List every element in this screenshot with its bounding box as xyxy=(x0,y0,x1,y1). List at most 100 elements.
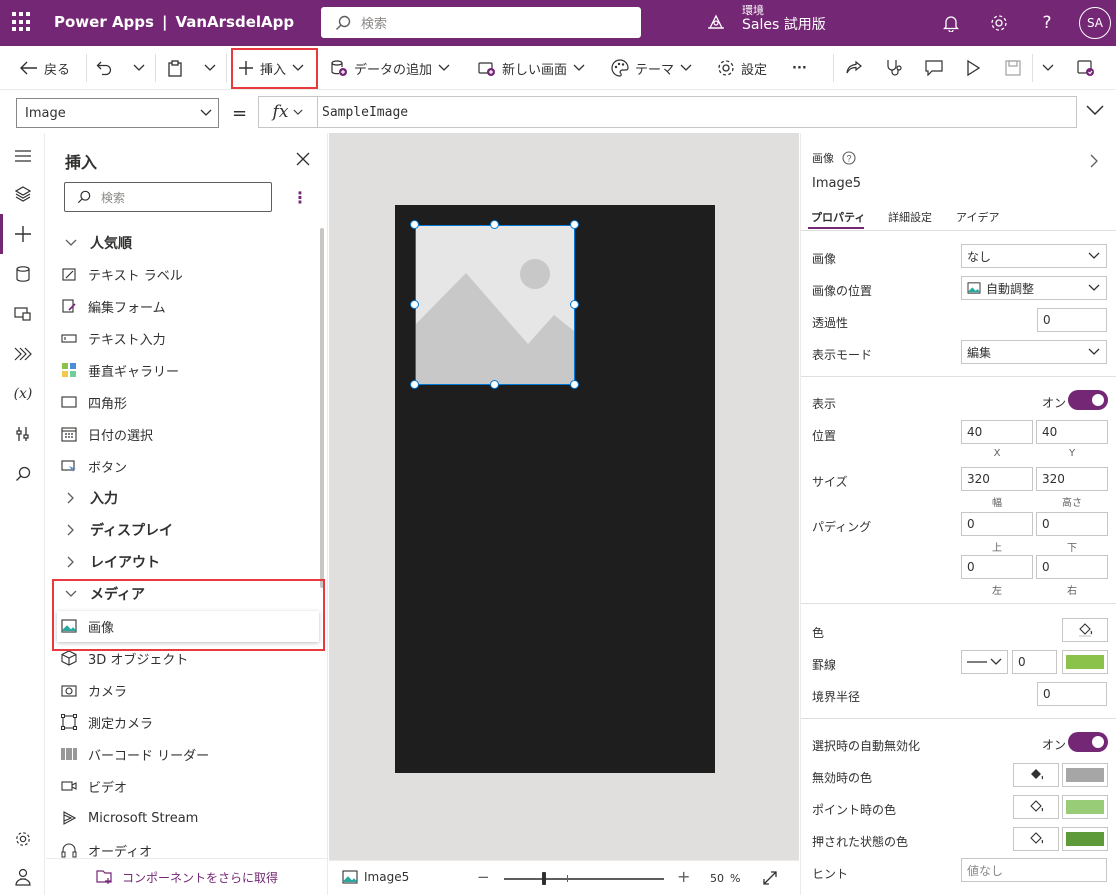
resize-handle[interactable] xyxy=(570,300,579,309)
save-icon[interactable] xyxy=(1005,58,1027,78)
pressed-color-picker[interactable] xyxy=(1062,827,1108,851)
hover-fill-picker[interactable] xyxy=(1013,795,1059,819)
image-position-dropdown[interactable]: 自動調整 xyxy=(961,276,1107,300)
clipboard-dropdown-icon[interactable] xyxy=(204,58,222,78)
close-icon[interactable] xyxy=(296,152,310,170)
resize-handle[interactable] xyxy=(490,220,499,229)
list-item[interactable]: バーコード リーダー xyxy=(60,742,209,766)
property-dropdown[interactable]: Image xyxy=(16,98,219,128)
display-mode-dropdown[interactable]: 編集 xyxy=(961,340,1107,364)
undo-icon[interactable] xyxy=(96,58,118,78)
publish-icon[interactable] xyxy=(1077,58,1101,78)
save-dropdown-icon[interactable] xyxy=(1042,58,1060,78)
resize-handle[interactable] xyxy=(490,380,499,389)
resize-handle[interactable] xyxy=(410,300,419,309)
list-item[interactable]: テキスト入力 xyxy=(60,326,166,350)
category-popular[interactable]: 人気順 xyxy=(62,231,132,255)
more-options-icon[interactable]: ⋮ xyxy=(292,188,308,207)
category-display[interactable]: ディスプレイ xyxy=(62,518,173,542)
app-checker-icon[interactable] xyxy=(885,58,909,78)
environment-picker[interactable]: 環境 Sales 試用版 xyxy=(742,3,826,33)
undo-dropdown-icon[interactable] xyxy=(133,58,151,78)
padding-right-input[interactable]: 0 xyxy=(1036,555,1108,579)
share-icon[interactable] xyxy=(845,58,869,78)
list-item[interactable]: ビデオ xyxy=(60,774,127,798)
width-input[interactable]: 320 xyxy=(961,467,1033,491)
x-input[interactable]: 40 xyxy=(961,420,1033,444)
resize-handle[interactable] xyxy=(570,220,579,229)
border-thickness-input[interactable]: 0 xyxy=(1012,650,1057,674)
hamburger-icon[interactable] xyxy=(12,145,34,167)
gear-icon[interactable] xyxy=(12,828,34,850)
disabled-color-picker[interactable] xyxy=(1062,763,1108,787)
zoom-slider-thumb[interactable] xyxy=(542,872,546,885)
disabled-fill-picker[interactable] xyxy=(1013,763,1059,787)
list-item[interactable]: 日付の選択 xyxy=(60,422,153,446)
list-item[interactable]: 垂直ギャラリー xyxy=(60,358,179,382)
tab-ideas[interactable]: アイデア xyxy=(956,209,999,225)
search-icon[interactable] xyxy=(12,463,34,485)
list-item[interactable]: カメラ xyxy=(60,678,127,702)
fit-to-window-icon[interactable] xyxy=(763,871,777,889)
insert-icon[interactable] xyxy=(12,223,34,245)
category-layout[interactable]: レイアウト xyxy=(62,550,160,574)
play-icon[interactable] xyxy=(966,58,986,78)
bell-icon[interactable] xyxy=(940,12,962,34)
image-dropdown[interactable]: なし xyxy=(961,244,1107,268)
list-item[interactable]: ボタン xyxy=(60,454,127,478)
fx-button[interactable]: fx xyxy=(258,96,318,128)
media-icon[interactable] xyxy=(12,303,34,325)
expand-formula-icon[interactable] xyxy=(1086,104,1104,119)
global-search[interactable]: 検索 xyxy=(321,7,641,38)
add-data-button[interactable]: データの追加 xyxy=(330,58,456,78)
power-automate-icon[interactable] xyxy=(12,343,34,365)
formula-input[interactable]: SampleImage xyxy=(318,96,1077,128)
gear-icon[interactable] xyxy=(988,12,1010,34)
auto-disable-toggle[interactable] xyxy=(1068,732,1108,752)
pressed-fill-picker[interactable] xyxy=(1013,827,1059,851)
list-item[interactable]: 編集フォーム xyxy=(60,294,166,318)
y-input[interactable]: 40 xyxy=(1036,420,1108,444)
list-item[interactable]: 四角形 xyxy=(60,390,127,414)
resize-handle[interactable] xyxy=(410,220,419,229)
virtual-agent-icon[interactable] xyxy=(12,866,34,888)
zoom-out-button[interactable]: − xyxy=(477,868,490,886)
data-icon[interactable] xyxy=(12,263,34,285)
avatar[interactable]: SA xyxy=(1079,7,1111,39)
help-icon[interactable]: ? xyxy=(1036,12,1058,34)
padding-left-input[interactable]: 0 xyxy=(961,555,1033,579)
border-style-dropdown[interactable] xyxy=(961,650,1008,674)
category-input[interactable]: 入力 xyxy=(62,486,118,510)
chevron-right-icon[interactable] xyxy=(1090,154,1098,172)
resize-handle[interactable] xyxy=(570,380,579,389)
help-icon[interactable]: ? xyxy=(842,151,856,165)
comment-icon[interactable] xyxy=(925,58,949,78)
transparency-input[interactable]: 0 xyxy=(1037,308,1107,332)
pane-search-input[interactable]: 検索 xyxy=(64,182,272,212)
theme-button[interactable]: テーマ xyxy=(611,58,698,78)
app-launcher-icon[interactable] xyxy=(12,12,32,32)
tab-properties[interactable]: プロパティ xyxy=(811,209,865,225)
border-radius-input[interactable]: 0 xyxy=(1037,682,1107,706)
control-name[interactable]: Image5 xyxy=(812,176,861,191)
environment-icon[interactable] xyxy=(706,12,726,36)
zoom-in-button[interactable]: + xyxy=(677,867,690,886)
more-button[interactable]: ··· xyxy=(792,58,807,78)
image-control[interactable] xyxy=(415,225,575,385)
settings-button[interactable]: 設定 xyxy=(717,58,767,78)
get-more-components-link[interactable]: コンポーネントをさらに取得 xyxy=(46,858,328,895)
advanced-tools-icon[interactable] xyxy=(12,423,34,445)
new-screen-button[interactable]: 新しい画面 xyxy=(478,58,591,78)
variables-icon[interactable]: (x) xyxy=(12,383,34,405)
resize-handle[interactable] xyxy=(410,380,419,389)
visible-toggle[interactable] xyxy=(1068,390,1108,410)
selected-control-indicator[interactable]: Image5 xyxy=(342,870,409,884)
padding-bottom-input[interactable]: 0 xyxy=(1036,512,1108,536)
padding-top-input[interactable]: 0 xyxy=(961,512,1033,536)
clipboard-icon[interactable] xyxy=(167,58,189,78)
list-item[interactable]: テキスト ラベル xyxy=(60,262,183,286)
hover-color-picker[interactable] xyxy=(1062,795,1108,819)
zoom-slider-track[interactable] xyxy=(504,878,664,880)
pane-scrollbar[interactable] xyxy=(320,228,324,588)
height-input[interactable]: 320 xyxy=(1036,467,1108,491)
